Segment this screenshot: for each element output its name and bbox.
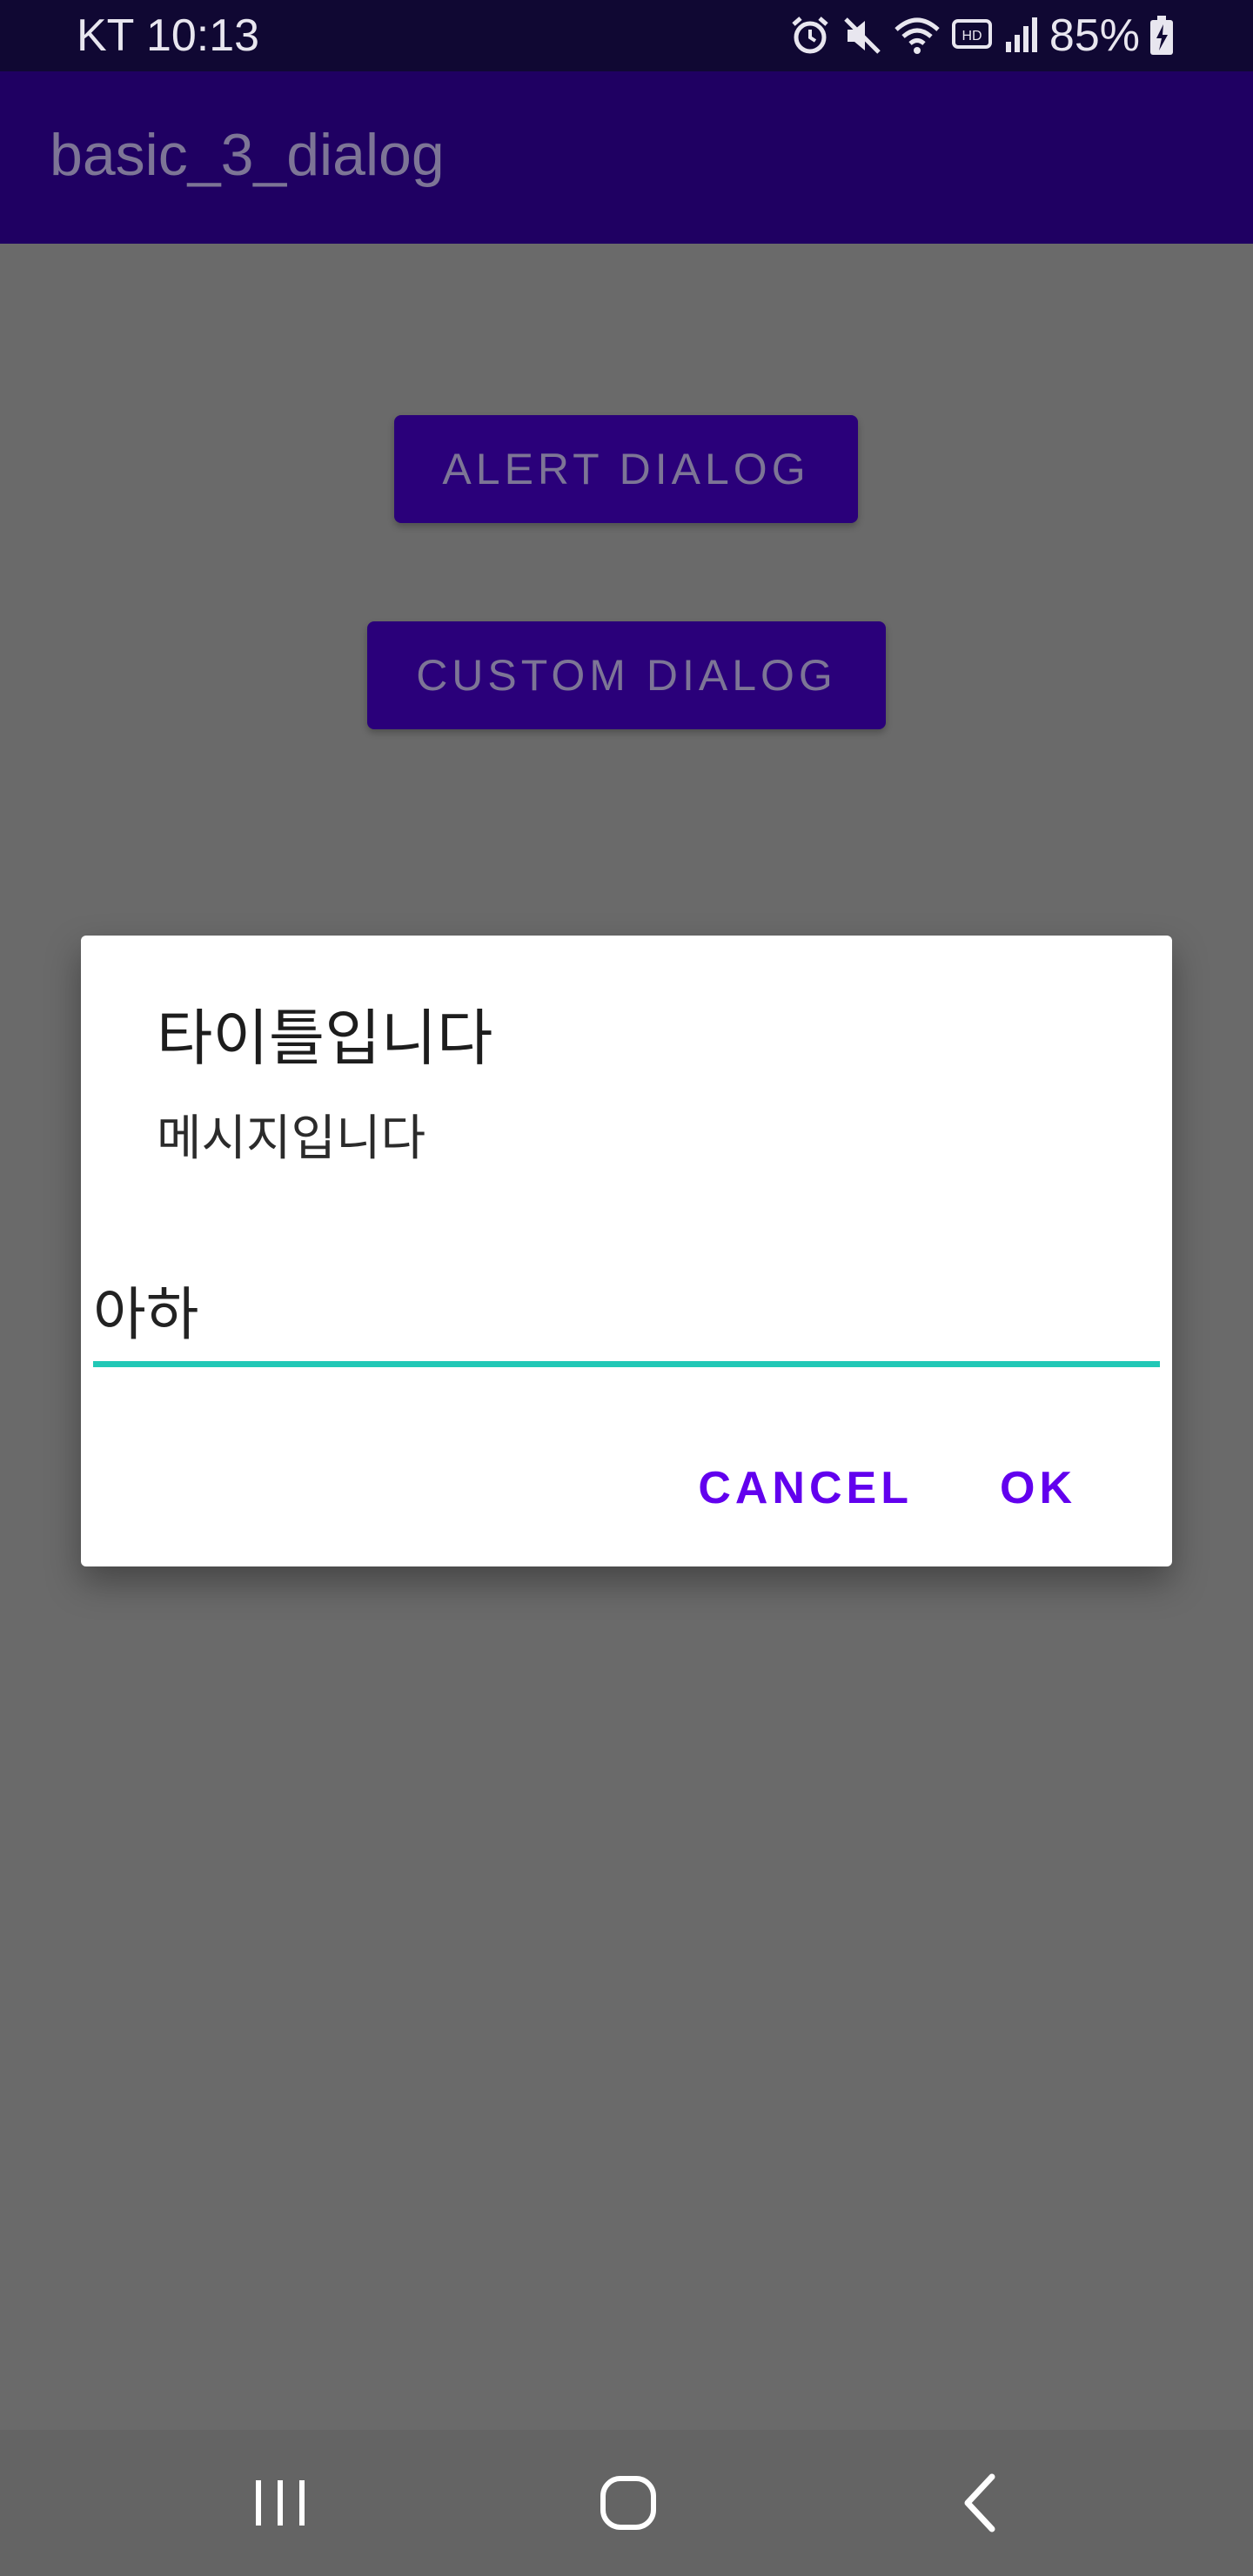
cancel-button[interactable]: CANCEL: [698, 1453, 913, 1523]
dialog-title: 타이틀입니다: [157, 1003, 493, 1074]
back-icon[interactable]: [947, 2468, 1016, 2538]
wifi-icon: [893, 14, 941, 57]
carrier-time: KT 10:13: [77, 10, 260, 61]
alarm-icon: [788, 14, 832, 57]
alert-dialog-button[interactable]: ALERT DIALOG: [394, 415, 858, 523]
app-bar: basic_3_dialog: [0, 71, 1253, 244]
battery-percent: 85%: [1049, 10, 1140, 61]
app-title: basic_3_dialog: [50, 122, 445, 188]
alert-dialog: 타이틀입니다 메시지입니다 아하 CANCEL OK: [81, 936, 1172, 1566]
custom-dialog-button[interactable]: CUSTOM DIALOG: [367, 621, 886, 729]
battery-charging-icon: [1149, 14, 1175, 57]
signal-icon: [1002, 14, 1041, 57]
dialog-text-input[interactable]: 아하: [93, 1271, 1160, 1367]
mute-icon: [841, 14, 884, 57]
ok-button[interactable]: OK: [1000, 1453, 1076, 1523]
dialog-actions: CANCEL OK: [698, 1453, 1076, 1523]
hd-voice-icon: HD: [950, 14, 994, 57]
recents-icon[interactable]: [245, 2468, 315, 2538]
navigation-bar: [0, 2430, 1253, 2576]
svg-text:HD: HD: [962, 29, 982, 44]
dialog-message: 메시지입니다: [157, 1110, 426, 1167]
home-icon[interactable]: [594, 2468, 664, 2538]
status-bar: KT 10:13 HD 85%: [0, 0, 1253, 71]
status-icons: HD 85%: [788, 9, 1175, 63]
